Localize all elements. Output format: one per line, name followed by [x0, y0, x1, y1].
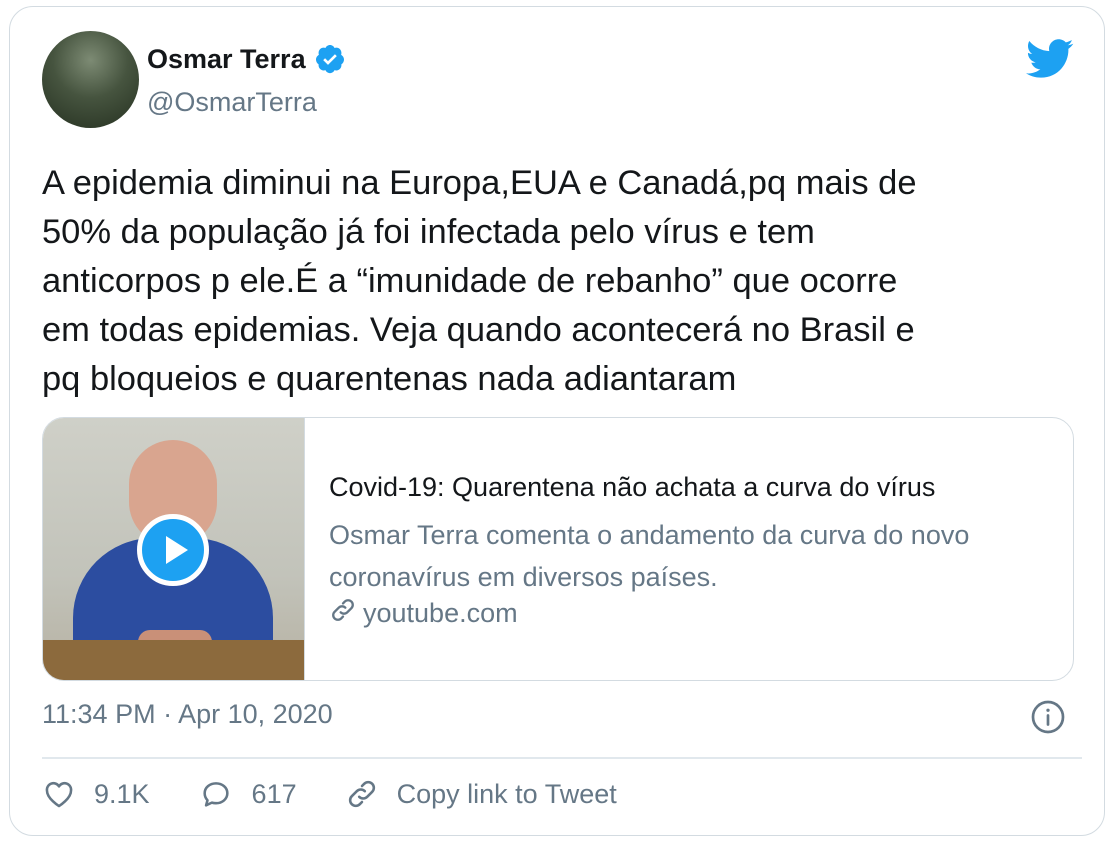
avatar[interactable]: [42, 31, 139, 128]
twitter-bird-icon[interactable]: [1026, 39, 1074, 79]
author-name-row[interactable]: Osmar Terra: [147, 43, 346, 75]
like-count: 9.1K: [94, 778, 150, 809]
link-domain-row[interactable]: youtube.com: [329, 596, 518, 631]
reply-button[interactable]: 617: [198, 777, 297, 811]
link-icon: [345, 777, 379, 811]
tweet-timestamp[interactable]: 11:34 PM · Apr 10, 2020: [42, 699, 333, 730]
video-thumbnail[interactable]: [43, 418, 305, 680]
heart-icon: [42, 777, 76, 811]
info-icon[interactable]: [1030, 699, 1066, 735]
divider: [42, 757, 1082, 759]
copy-link-button[interactable]: Copy link to Tweet: [345, 777, 617, 811]
play-icon[interactable]: [137, 514, 209, 586]
thumbnail-table: [43, 640, 304, 680]
link-title[interactable]: Covid-19: Quarentena não achata a curva …: [329, 472, 935, 503]
action-bar: 9.1K 617 Copy link to Tweet: [42, 777, 665, 811]
reply-count: 617: [251, 778, 297, 809]
author-handle[interactable]: @OsmarTerra: [147, 87, 317, 118]
copy-link-label: Copy link to Tweet: [396, 778, 617, 809]
like-button[interactable]: 9.1K: [42, 777, 150, 811]
link-description: Osmar Terra comenta o andamento da curva…: [329, 520, 970, 592]
verified-badge-icon: [314, 43, 346, 75]
tweet-embed-card: Osmar Terra @OsmarTerra A epidemia dimin…: [9, 6, 1105, 836]
link-preview-card[interactable]: Covid-19: Quarentena não achata a curva …: [42, 417, 1074, 681]
reply-icon: [198, 777, 234, 811]
link-domain: youtube.com: [363, 598, 518, 628]
link-icon: [329, 596, 357, 631]
tweet-text: A epidemia diminui na Europa,EUA e Canad…: [42, 164, 917, 398]
author-name[interactable]: Osmar Terra: [147, 44, 306, 75]
